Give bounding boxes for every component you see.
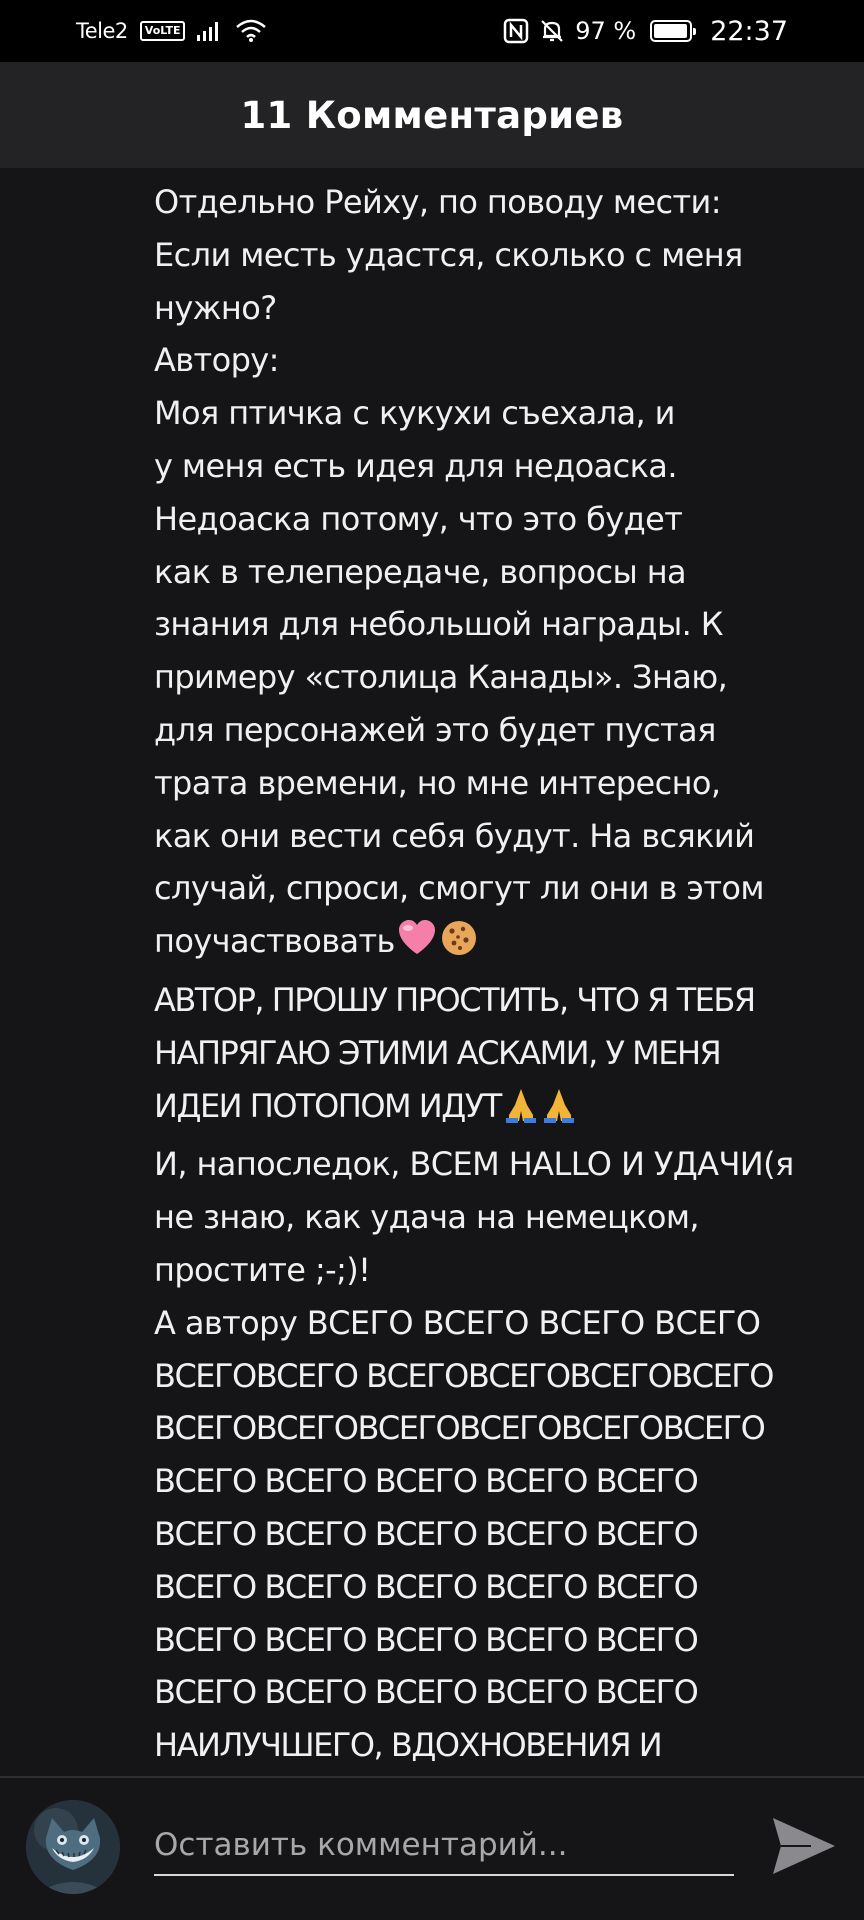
comment-line: как в телепередаче, вопросы на (154, 552, 687, 591)
comment-line-text: ИДЕИ ПОТОПОМ ИДУТ (154, 1086, 502, 1125)
comment-line: ВСЕГОВСЕГО ВСЕГОВСЕГОВСЕГОВСЕГО (154, 1356, 774, 1395)
send-button[interactable] (766, 1808, 842, 1884)
page-title: 11 Комментариев (240, 93, 624, 137)
status-bar-left: Tele2 VoLTE (76, 19, 267, 43)
volte-badge: VoLTE (139, 21, 186, 41)
comment-line: НАИЛУЧШЕГО, ВДОХНОВЕНИЯ И (154, 1726, 663, 1765)
status-bar-right: 97 % 22:37 (503, 16, 788, 47)
comment-line: Отдельно Рейху, по поводу мести: (154, 183, 722, 221)
comment-line-with-emoji: поучаствовать (154, 915, 854, 974)
comment-line-text: поучаствовать (154, 922, 395, 961)
comment-line: нужно? (154, 288, 277, 327)
signal-icon (195, 20, 225, 42)
comment-line-with-emoji: ИДЕИ ПОТОПОМ ИДУТ (154, 1080, 854, 1139)
comment-input[interactable] (154, 1816, 734, 1876)
comment-line: АВТОР, ПРОШУ ПРОСТИТЬ, ЧТО Я ТЕБЯ (154, 980, 756, 1019)
nfc-icon (503, 18, 529, 44)
comment-line: для персонажей это будет пустая (154, 710, 716, 749)
comment-line: примеру «столица Канады». Знаю, (154, 658, 728, 697)
comment-line: Недоаска потому, что это будет (154, 499, 683, 538)
comment-line: Моя птичка с кукухи съехала, и (154, 394, 675, 433)
comment-line: простите ;-;)! (154, 1250, 371, 1289)
comment-line: у меня есть идея для недоаска. (154, 446, 678, 485)
comment-line: не знаю, как удача на немецком, (154, 1198, 700, 1237)
comment-line: И, напоследок, ВСЕМ HALLO И УДАЧИ(я (154, 1145, 794, 1184)
status-bar: Tele2 VoLTE 97 % 22:37 (0, 0, 864, 62)
send-icon (773, 1818, 835, 1874)
battery-percent: 97 % (575, 17, 637, 45)
mute-icon (539, 18, 565, 44)
comment-line: ВСЕГОВСЕГОВСЕГОВСЕГОВСЕГОВСЕГО (154, 1409, 766, 1448)
comment-line: как они вести себя будут. На всякий (154, 816, 755, 855)
clock: 22:37 (710, 15, 788, 47)
avatar[interactable] (26, 1800, 120, 1894)
comment-composer (0, 1778, 864, 1920)
comment-line: ВСЕГО ВСЕГО ВСЕГО ВСЕГО ВСЕГО (154, 1462, 699, 1501)
comment-line: ВСЕГО ВСЕГО ВСЕГО ВСЕГО ВСЕГО (154, 1620, 699, 1659)
comment-line: знания для небольшой награды. К (154, 605, 723, 644)
battery-icon (650, 20, 697, 42)
comment-line: А автору ВСЕГО ВСЕГО ВСЕГО ВСЕГО (154, 1303, 761, 1342)
comment-line: НАПРЯГАЮ ЭТИМИ АСКАМИ, У МЕНЯ (154, 1033, 722, 1072)
wifi-icon (235, 19, 267, 43)
cookie-emoji (439, 918, 479, 974)
comment-line: Автору: (154, 341, 279, 380)
comment-line: случай, спроси, смогут ли они в этом (154, 869, 765, 908)
comment-line: трата времени, но мне интересно, (154, 763, 721, 802)
comments-header: 11 Комментариев (0, 62, 864, 168)
carrier-name: Tele2 (76, 19, 128, 43)
comment-text: Отдельно Рейху, по поводу мести: Если ме… (154, 176, 854, 1772)
comment-line: ВСЕГО ВСЕГО ВСЕГО ВСЕГО ВСЕГО (154, 1567, 699, 1606)
folded-hands-emoji (541, 1085, 577, 1139)
comment-line: ВСЕГО ВСЕГО ВСЕГО ВСЕГО ВСЕГО (154, 1673, 699, 1712)
comment-line: Если месть удастся, сколько с меня (154, 235, 743, 274)
comment-line: ВСЕГО ВСЕГО ВСЕГО ВСЕГО ВСЕГО (154, 1514, 699, 1553)
folded-hands-emoji (503, 1085, 539, 1139)
comment-scroll-area[interactable]: Отдельно Рейху, по поводу мести: Если ме… (0, 168, 864, 1776)
pink-heart-emoji (397, 918, 437, 974)
battery-level (654, 24, 688, 38)
